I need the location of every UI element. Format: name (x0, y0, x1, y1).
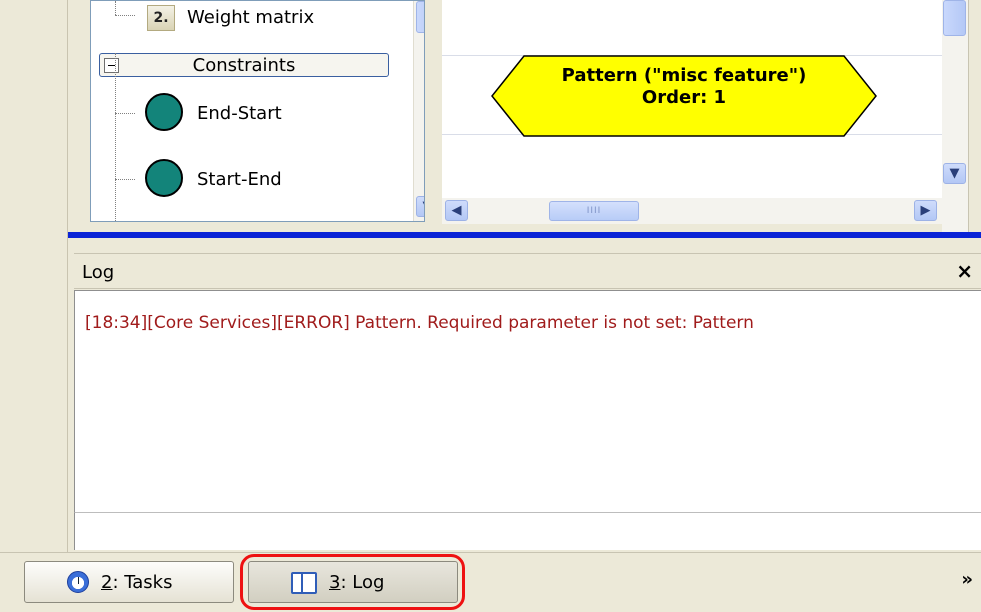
log-tab-highlight-ring (240, 554, 465, 610)
log-output[interactable]: [18:34][Core Services][ERROR] Pattern. R… (74, 290, 981, 512)
tree-item-end-start[interactable]: End-Start (197, 103, 282, 124)
tree-connector (115, 53, 116, 221)
left-dock-strip (0, 0, 68, 552)
tree-vertical-scrollbar[interactable]: ▼ (413, 1, 424, 221)
start-end-constraint-icon (145, 159, 183, 197)
editor-area: 2. Weight matrix Constraints End-Start S… (68, 0, 981, 232)
canvas-scroll-left-button[interactable]: ◀ (445, 200, 468, 221)
log-filter-input[interactable] (74, 512, 981, 550)
pattern-node-label: Pattern ("misc feature") Order: 1 (490, 65, 878, 109)
pattern-node-order: Order: 1 (641, 87, 727, 108)
tree-scroll-thumb[interactable] (416, 1, 424, 33)
tree-connector (115, 179, 135, 180)
diagram-canvas[interactable]: Pattern ("misc feature") Order: 1 (442, 0, 942, 198)
tree-item-start-end[interactable]: Start-End (197, 169, 282, 190)
canvas-vscroll-thumb[interactable] (943, 0, 966, 36)
element-tree[interactable]: 2. Weight matrix Constraints End-Start S… (90, 0, 425, 222)
canvas-scroll-right-button[interactable]: ▶ (914, 200, 937, 221)
tab-overflow-button[interactable]: » (961, 569, 973, 590)
canvas-horizontal-scrollbar[interactable]: ◀ IIII ▶ (442, 198, 942, 224)
right-panel-edge (968, 0, 981, 232)
tree-connector (115, 1, 116, 15)
tab-tasks-label: 2: Tasks (101, 571, 173, 593)
canvas-vertical-scrollbar[interactable]: ▼ (942, 0, 968, 232)
end-start-constraint-icon (145, 93, 183, 131)
canvas-scroll-down-button[interactable]: ▼ (943, 163, 966, 184)
tree-group-constraints[interactable]: Constraints (99, 53, 389, 77)
log-panel-header: Log × (74, 253, 981, 289)
pattern-node-title: Pattern ("misc feature") (561, 65, 807, 86)
log-panel-title: Log (82, 262, 115, 283)
bottom-tab-bar: 2: Tasks 3: Log » (0, 552, 981, 612)
tree-scroll-down-button[interactable]: ▼ (416, 196, 424, 217)
tree-item-weight-matrix[interactable]: Weight matrix (187, 7, 314, 28)
tree-connector (115, 113, 135, 114)
clock-icon (67, 571, 89, 593)
weight-matrix-icon: 2. (147, 5, 175, 31)
canvas-hscroll-thumb[interactable]: IIII (549, 201, 639, 221)
constraints-label: Constraints (192, 55, 296, 76)
tab-tasks[interactable]: 2: Tasks (24, 561, 234, 603)
log-close-button[interactable]: × (956, 259, 973, 283)
log-entry: [18:34][Core Services][ERROR] Pattern. R… (85, 313, 754, 333)
app-window: 2. Weight matrix Constraints End-Start S… (0, 0, 981, 612)
editor-frame: 2. Weight matrix Constraints End-Start S… (68, 0, 981, 238)
tree-connector (115, 15, 135, 16)
